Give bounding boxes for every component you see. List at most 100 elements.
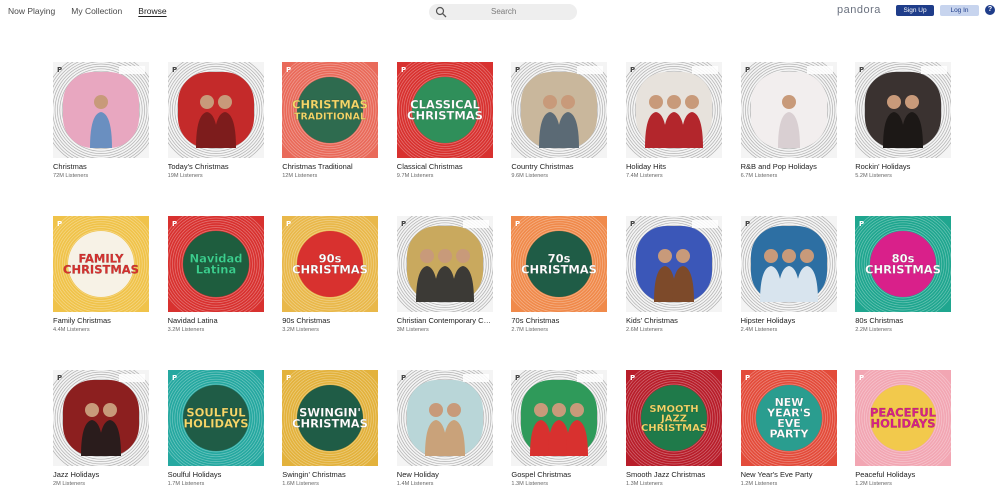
search-icon [435,6,447,18]
svg-text:Latina: Latina [195,263,235,277]
station-card[interactable]: Navidad Latina P Navidad Latina 3.2M Listene… [167,216,264,333]
station-title[interactable]: Family Christmas [53,316,149,325]
station-art[interactable]: CLASSICAL CHRISTMAS P [396,62,493,158]
svg-text:PARTY: PARTY [769,428,809,441]
station-title[interactable]: Swingin' Christmas [282,470,378,479]
station-card[interactable]: P Christmas 72M Listeners [53,62,149,179]
station-card[interactable]: SMOOTH JAZZ CHRISTMAS P Smooth Jazz Christma… [626,370,722,487]
station-card[interactable]: FAMILY CHRISTMAS P Family Christmas 4.4M Lis… [53,216,149,333]
station-title[interactable]: Gospel Christmas [511,470,607,479]
station-title[interactable]: Christian Contemporary Christmas [397,316,493,325]
station-art[interactable]: NEW YEAR'S EVE PARTY P [740,370,837,466]
station-art[interactable]: 90s CHRISTMAS P [282,216,379,312]
station-art[interactable]: 70s CHRISTMAS P [511,216,608,312]
station-art[interactable]: FAMILY CHRISTMAS P [53,216,149,312]
station-art[interactable]: P [511,370,608,466]
station-art[interactable]: P [396,216,493,312]
station-title[interactable]: New Year's Eve Party [741,470,837,479]
station-title[interactable]: R&B and Pop Holidays [741,162,837,171]
station-card[interactable]: P Holiday Hits 7.4M Listeners [626,62,722,179]
station-card[interactable]: P Rockin' Holidays 5.2M Listeners [855,62,952,179]
station-listeners: 1.6M Listeners [282,481,319,487]
station-art[interactable]: PEACEFUL HOLIDAYS P [855,370,952,466]
svg-text:TRADITIONAL: TRADITIONAL [294,112,366,123]
log-in-button[interactable]: Log In [940,5,979,16]
station-card[interactable]: P New Holiday 1.4M Listeners [396,370,493,487]
station-title[interactable]: Christmas Traditional [282,162,378,171]
station-card[interactable]: P Country Christmas 9.6M Listeners [511,62,608,179]
station-title[interactable]: Navidad Latina [168,316,264,325]
station-listeners: 3.2M Listeners [282,327,319,333]
station-card[interactable]: SOULFUL HOLIDAYS P Soulful Holidays 1.7M Lis… [167,370,264,487]
svg-text:CHRISTMAS: CHRISTMAS [292,417,368,431]
station-title[interactable]: 80s Christmas [855,316,951,325]
station-card[interactable]: P Christian Contemporary Christmas 3M List… [396,216,493,333]
station-art[interactable]: P [167,62,264,158]
station-art[interactable]: SMOOTH JAZZ CHRISTMAS P [626,370,722,466]
station-art[interactable]: P [740,62,837,158]
station-card[interactable]: P Today's Christmas 19M Listeners [167,62,264,179]
station-card[interactable]: SWINGIN' CHRISTMAS P Swingin' Christmas 1.6M… [282,370,379,487]
station-listeners: 2.7M Listeners [511,327,549,333]
station-listeners: 5.2M Listeners [855,173,892,179]
station-title[interactable]: Country Christmas [511,162,607,171]
station-title[interactable]: Soulful Holidays [168,470,264,479]
station-art[interactable]: P [855,62,952,158]
station-art[interactable]: 80s CHRISTMAS P [855,216,952,312]
station-title[interactable]: Smooth Jazz Christmas [626,470,722,479]
svg-text:P: P [57,374,62,382]
nav-browse[interactable]: Browse [138,6,166,16]
station-art[interactable]: P [53,370,149,466]
svg-text:CHRISTMAS: CHRISTMAS [292,98,368,112]
pandora-logo[interactable]: pandora [837,4,881,16]
station-title[interactable]: Peaceful Holidays [855,470,951,479]
station-title[interactable]: Classical Christmas [397,162,493,171]
station-listeners: 3M Listeners [396,327,429,333]
station-title[interactable]: Hipster Holidays [741,316,837,325]
nav-my-collection[interactable]: My Collection [71,6,122,16]
station-card[interactable]: CHRISTMAS TRADITIONAL P Christmas Tradition… [282,62,379,179]
sign-up-button[interactable]: Sign Up [896,5,934,16]
station-card[interactable]: 90s CHRISTMAS P 90s Christmas 3.2M Listeners [282,216,379,333]
station-art[interactable]: P [53,62,149,158]
station-card[interactable]: P R&B and Pop Holidays 6.7M Listeners [740,62,837,179]
station-card[interactable]: CLASSICAL CHRISTMAS P Classical Christmas 9.… [396,62,493,179]
station-art[interactable]: SWINGIN' CHRISTMAS P [282,370,379,466]
station-art[interactable]: SOULFUL HOLIDAYS P [167,370,264,466]
svg-text:P: P [630,66,635,74]
station-title[interactable]: Christmas [53,162,149,171]
svg-text:P: P [401,374,406,382]
station-card[interactable]: P Kids' Christmas 2.6M Listeners [626,216,722,333]
search-input[interactable]: Search [429,4,577,20]
station-title[interactable]: Jazz Holidays [53,470,149,479]
station-card[interactable]: NEW YEAR'S EVE PARTY P New Year's Eve Party 1.… [740,370,837,487]
help-icon[interactable]: ? [985,5,995,15]
station-title[interactable]: Rockin' Holidays [855,162,951,171]
station-title[interactable]: 70s Christmas [511,316,607,325]
station-card[interactable]: P Jazz Holidays 2M Listeners [53,370,149,487]
station-art[interactable]: CHRISTMAS TRADITIONAL P [282,62,379,158]
station-title[interactable]: Kids' Christmas [626,316,722,325]
station-art[interactable]: P [396,370,493,466]
station-art[interactable]: P [626,216,722,312]
svg-text:HOLIDAYS: HOLIDAYS [183,417,248,431]
station-card[interactable]: P Gospel Christmas 1.3M Listeners [511,370,608,487]
station-card[interactable]: 80s CHRISTMAS P 80s Christmas 2.2M Listeners [855,216,952,333]
station-title[interactable]: 90s Christmas [282,316,378,325]
station-art[interactable]: P [626,62,722,158]
station-art[interactable]: P [740,216,837,312]
station-card[interactable]: 70s CHRISTMAS P 70s Christmas 2.7M Listeners [511,216,608,333]
svg-text:P: P [401,66,406,74]
station-title[interactable]: Today's Christmas [168,162,264,171]
station-card[interactable]: PEACEFUL HOLIDAYS P Peaceful Holidays 1.2M L… [855,370,952,487]
station-art[interactable]: P [511,62,608,158]
station-title[interactable]: Holiday Hits [626,162,722,171]
station-card[interactable]: P Hipster Holidays 2.4M Listeners [740,216,837,333]
station-listeners: 7.4M Listeners [626,173,663,179]
nav-now-playing[interactable]: Now Playing [8,6,55,16]
station-title[interactable]: New Holiday [397,470,493,479]
svg-text:P: P [172,374,177,382]
station-art[interactable]: Navidad Latina P [167,216,264,312]
station-listeners: 1.4M Listeners [396,481,434,487]
station-listeners: 1.3M Listeners [626,481,663,487]
